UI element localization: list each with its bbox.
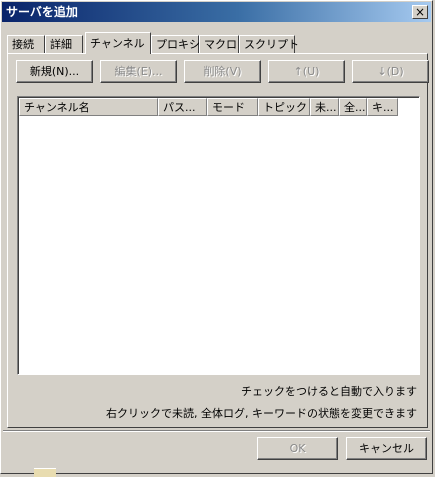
delete-button[interactable]: 削除(V) xyxy=(184,60,261,83)
window-title: サーバを追加 xyxy=(6,5,78,19)
column-topic[interactable]: トピック xyxy=(258,98,310,116)
column-all-log[interactable]: 全... xyxy=(339,98,367,116)
tab-connection[interactable]: 接続 xyxy=(7,35,45,53)
ok-button[interactable]: OK xyxy=(257,437,338,460)
edit-button[interactable]: 編集(E)... xyxy=(100,60,177,83)
tab-details[interactable]: 詳細 xyxy=(45,35,83,53)
move-up-button[interactable]: ↑(U) xyxy=(268,60,345,83)
tab-channels[interactable]: チャンネル xyxy=(85,32,151,54)
hint-right-click: 右クリックで未読, 全体ログ, キーワードの状態を変更できます xyxy=(106,407,417,420)
hint-auto-join: チェックをつけると自動で入ります xyxy=(241,385,417,398)
column-unread[interactable]: 未... xyxy=(310,98,339,116)
tab-macro[interactable]: マクロ xyxy=(199,35,239,53)
cancel-button[interactable]: キャンセル xyxy=(346,437,427,460)
move-down-button[interactable]: ↓(D) xyxy=(352,60,429,83)
column-keyword[interactable]: キ... xyxy=(367,98,398,116)
add-server-dialog: サーバを追加 × 接続 詳細 チャンネル プロキシ マクロ スクリプト 新規(N… xyxy=(0,0,433,474)
close-icon[interactable]: × xyxy=(412,5,428,19)
channels-panel: 新規(N)... 編集(E)... 削除(V) ↑(U) ↓(D) チャンネル名… xyxy=(7,53,429,428)
footer-divider xyxy=(3,430,430,432)
column-channel-name[interactable]: チャンネル名 xyxy=(19,98,158,116)
tab-script[interactable]: スクリプト xyxy=(239,35,299,53)
new-button[interactable]: 新規(N)... xyxy=(16,60,93,83)
title-bar[interactable]: サーバを追加 × xyxy=(2,2,431,22)
column-mode[interactable]: モード xyxy=(207,98,258,116)
tab-proxy[interactable]: プロキシ xyxy=(151,35,200,53)
column-password[interactable]: パス... xyxy=(158,98,207,116)
channel-list[interactable]: チャンネル名 パス... モード トピック 未... 全... キ... xyxy=(17,96,420,375)
